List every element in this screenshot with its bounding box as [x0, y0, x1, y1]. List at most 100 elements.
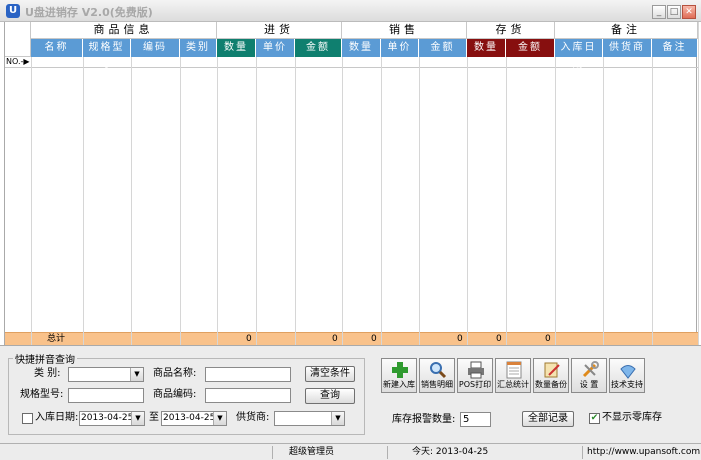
column-divider	[419, 22, 420, 345]
status-date: 今天: 2013-04-25	[387, 446, 582, 459]
category-select[interactable]: ▼	[68, 367, 144, 382]
stock-alert-label: 库存报警数量:	[392, 414, 456, 425]
column-header[interactable]: 金额	[419, 39, 467, 57]
toolbar-button[interactable]: 销售明细	[419, 358, 455, 393]
toolbar-button[interactable]: 汇总统计	[495, 358, 531, 393]
chevron-down-icon[interactable]: ▼	[131, 412, 144, 425]
all-records-button[interactable]: 全部记录	[522, 411, 574, 427]
chevron-down-icon[interactable]: ▼	[130, 368, 143, 381]
column-header[interactable]: 单价	[381, 39, 419, 57]
spec-label: 规格型号:	[20, 389, 64, 400]
minimize-button[interactable]: _	[652, 5, 666, 19]
column-divider	[506, 22, 507, 345]
date-label: 入库日期:	[35, 412, 79, 423]
inventory-grid[interactable]: NO.-▶ 总计 000000 商品信息 进货 销售 存货 备注 名称 规格型号 编码 类别 数量…	[4, 22, 699, 345]
column-header[interactable]: 单价	[256, 39, 295, 57]
date-filter-checkbox[interactable]	[22, 413, 33, 424]
date-to-picker[interactable]: 2013-04-25 ▼	[161, 411, 227, 426]
toolbar-button-label: 新建入库	[383, 380, 415, 389]
column-header[interactable]: 备注	[652, 39, 698, 57]
product-name-label: 商品名称:	[153, 368, 197, 379]
clear-conditions-button[interactable]: 清空条件	[305, 366, 355, 382]
supplier-label: 供货商:	[236, 412, 270, 423]
hide-zero-stock-label: 不显示零库存	[602, 412, 662, 423]
group-header: 备注	[555, 22, 698, 39]
column-header[interactable]: 类别	[180, 39, 217, 57]
app-icon: U	[6, 4, 20, 18]
column-header[interactable]: 编码	[131, 39, 180, 57]
chevron-down-icon[interactable]: ▼	[213, 412, 226, 425]
column-divider	[698, 22, 699, 345]
bottom-panel: 快捷拼音查询 类 别: ▼ 商品名称: 清空条件 规格型号: 商品编码: 查询 …	[0, 345, 701, 443]
quick-search-legend: 快捷拼音查询	[15, 355, 75, 366]
row-header: NO.-▶	[6, 57, 30, 66]
column-header[interactable]: 规格型号	[83, 39, 131, 70]
toolbar-button[interactable]: 新建入库	[381, 358, 417, 393]
column-header[interactable]: 入库日期	[555, 39, 603, 70]
total-value: 0	[496, 334, 502, 344]
status-user: 超级管理员	[272, 446, 387, 459]
column-header[interactable]: 名称	[31, 39, 83, 57]
column-header[interactable]: 数量	[342, 39, 381, 57]
column-divider	[83, 22, 84, 345]
backup-icon	[543, 361, 561, 379]
spec-input[interactable]	[68, 388, 144, 403]
column-divider	[652, 22, 653, 345]
toolbar-button[interactable]: POS打印	[457, 358, 493, 393]
tools-icon	[581, 361, 599, 379]
corner-header	[5, 22, 31, 57]
column-header[interactable]: 金额	[506, 39, 555, 57]
column-divider	[555, 22, 556, 345]
column-divider	[467, 22, 468, 345]
group-header: 存货	[467, 22, 555, 39]
magnifier-icon	[429, 361, 447, 379]
toolbar-button-label: 数量备份	[535, 380, 567, 389]
toolbar-button-label: 销售明细	[421, 380, 453, 389]
date-to-label: 至	[149, 412, 159, 423]
chevron-down-icon[interactable]: ▼	[331, 412, 344, 425]
printer-icon	[467, 361, 485, 379]
column-divider	[295, 22, 296, 345]
column-divider	[131, 22, 132, 345]
column-divider	[381, 22, 382, 345]
product-code-label: 商品编码:	[153, 389, 197, 400]
title-bar: U U盘进销存 V2.0(免费版) _ □ ✕	[0, 0, 701, 22]
column-divider	[180, 22, 181, 345]
close-button[interactable]: ✕	[682, 5, 696, 19]
column-header[interactable]: 金额	[295, 39, 342, 57]
group-header: 销售	[342, 22, 467, 39]
column-header[interactable]: 数量	[217, 39, 256, 57]
group-header: 进货	[217, 22, 342, 39]
toolbar-button[interactable]: 技术支持	[609, 358, 645, 393]
toolbar-button-label: 技术支持	[611, 380, 643, 389]
column-divider	[31, 22, 32, 345]
support-icon	[619, 361, 637, 379]
total-value: 0	[332, 334, 338, 344]
column-divider	[342, 22, 343, 345]
category-label: 类 别:	[34, 368, 61, 379]
hide-zero-stock-checkbox[interactable]: ✔	[589, 413, 600, 424]
date-from-picker[interactable]: 2013-04-25 ▼	[79, 411, 145, 426]
plus-icon	[391, 361, 409, 379]
column-divider	[603, 22, 604, 345]
toolbar-button[interactable]: 数量备份	[533, 358, 569, 393]
product-code-input[interactable]	[205, 388, 291, 403]
column-header[interactable]: 数量	[467, 39, 506, 57]
stock-alert-input[interactable]: 5	[460, 412, 491, 427]
toolbar-button[interactable]: 设 置	[571, 358, 607, 393]
window-title: U盘进销存 V2.0(免费版)	[25, 6, 153, 19]
query-button[interactable]: 查询	[305, 388, 355, 404]
total-value: 0	[246, 334, 252, 344]
toolbar-button-label: 汇总统计	[497, 380, 529, 389]
status-url: http://www.upansoft.com	[582, 446, 701, 459]
toolbar-button-label: POS打印	[458, 380, 492, 389]
total-label: 总计	[47, 334, 66, 344]
column-header[interactable]: 供货商	[603, 39, 652, 57]
status-bar: 超级管理员 今天: 2013-04-25 http://www.upansoft…	[0, 443, 701, 460]
product-name-input[interactable]	[205, 367, 291, 382]
supplier-select[interactable]: ▼	[274, 411, 345, 426]
total-value: 0	[371, 334, 377, 344]
maximize-button[interactable]: □	[667, 5, 681, 19]
total-value: 0	[545, 334, 551, 344]
total-value: 0	[457, 334, 463, 344]
